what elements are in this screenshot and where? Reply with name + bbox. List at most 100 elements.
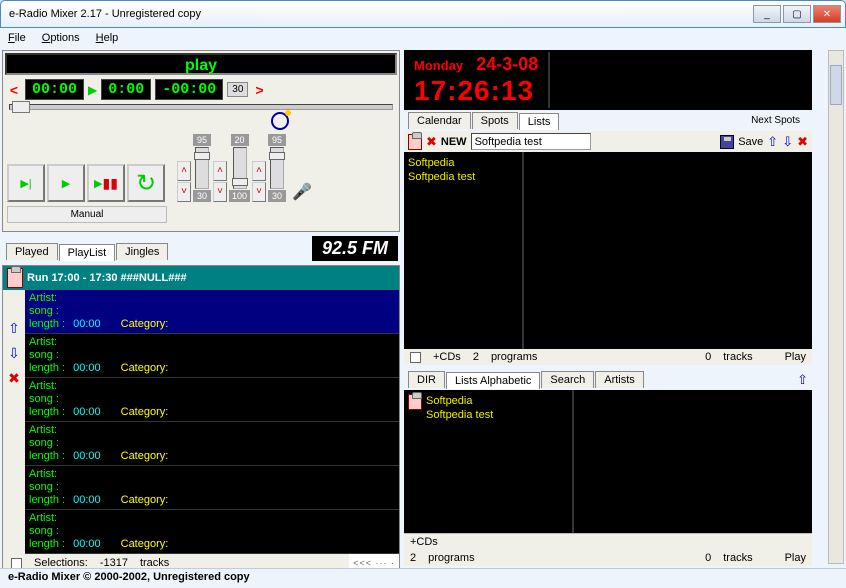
- window-title: e-Radio Mixer 2.17 - Unregistered copy: [5, 8, 751, 20]
- player-panel: play < 00:00 ▶ 0:00 00:00 30 > ▶| ▶ ▶▮▮ …: [2, 50, 400, 232]
- tracks-label-r: tracks: [723, 351, 752, 363]
- play-label[interactable]: Play: [785, 351, 806, 363]
- vol3-top: 95: [268, 134, 286, 146]
- tab-search[interactable]: Search: [541, 371, 594, 388]
- vol3-bot: 30: [268, 190, 286, 202]
- stopwatch-icon[interactable]: [271, 112, 289, 130]
- menu-options[interactable]: Options: [42, 32, 80, 44]
- vol3-slider[interactable]: [270, 147, 284, 189]
- tracks-count-r: 0: [705, 351, 711, 363]
- tab-played[interactable]: Played: [6, 243, 58, 260]
- menu-help[interactable]: Help: [96, 32, 119, 44]
- play-icon: ▶: [88, 83, 97, 97]
- list-item[interactable]: Softpedia: [426, 394, 493, 408]
- clipboard-icon[interactable]: [408, 134, 422, 150]
- playlist-tabs: Played PlayList Jingles: [2, 238, 169, 260]
- close-button[interactable]: ✕: [813, 5, 841, 23]
- lower-programs-count: 2: [410, 552, 416, 564]
- tab-playlist[interactable]: PlayList: [59, 244, 116, 261]
- lower-play-label[interactable]: Play: [785, 552, 806, 564]
- playlist-panel: Run 17:00 - 17:30 ###NULL### ⇧ ⇩ ✖ Artis…: [2, 265, 400, 573]
- mode-label[interactable]: Manual: [7, 206, 167, 223]
- tab-jingles[interactable]: Jingles: [116, 243, 168, 260]
- prev-track-button[interactable]: <: [7, 82, 21, 98]
- time-current: 0:00: [101, 79, 151, 100]
- playlist-row[interactable]: Artist:song :length :00:00Category:: [25, 378, 399, 421]
- list-item[interactable]: Softpedia test: [408, 170, 518, 184]
- vol2-updown[interactable]: ˄˅: [213, 161, 227, 202]
- lower-programs-list[interactable]: SoftpediaSoftpedia test: [404, 390, 574, 533]
- playlist-row[interactable]: Artist:song :length :00:00Category:: [25, 510, 399, 553]
- menubar: File Options Help: [0, 28, 846, 48]
- playlist-row[interactable]: Artist:song :length :00:00Category:: [25, 290, 399, 333]
- new-bar: ✖ NEW Save ⇧ ⇩ ✖: [404, 131, 812, 152]
- list-up-icon[interactable]: ⇧: [767, 134, 778, 150]
- fm-display: 92.5 FM: [312, 236, 398, 261]
- playlist-row[interactable]: Artist:song :length :00:00Category:: [25, 334, 399, 377]
- tab-artists[interactable]: Artists: [595, 371, 644, 388]
- time-elapsed: 00:00: [25, 79, 84, 100]
- next-spots-label[interactable]: Next Spots: [751, 115, 808, 126]
- counter-box[interactable]: 30: [227, 82, 248, 97]
- playlist-row[interactable]: Artist:song :length :00:00Category:: [25, 422, 399, 465]
- vol3-updown[interactable]: ˄˅: [252, 161, 266, 202]
- clock-spare: [548, 52, 810, 108]
- move-up-icon[interactable]: ⇧: [8, 320, 20, 337]
- reload-button[interactable]: ↻: [127, 164, 165, 202]
- lower-tracks-list[interactable]: [574, 390, 812, 533]
- play-button[interactable]: ▶: [47, 164, 85, 202]
- titlebar[interactable]: e-Radio Mixer 2.17 - Unregistered copy _…: [0, 0, 846, 28]
- tab-dir[interactable]: DIR: [408, 371, 445, 388]
- statusbar: e-Radio Mixer © 2000-2002, Unregistered …: [0, 568, 846, 588]
- time-remaining: 00:00: [155, 79, 223, 100]
- cds-label: +CDs: [433, 351, 461, 363]
- list-item[interactable]: Softpedia: [408, 156, 518, 170]
- next-track-button[interactable]: >: [252, 82, 266, 98]
- tab-calendar[interactable]: Calendar: [408, 112, 471, 129]
- selections-checkbox[interactable]: [11, 558, 22, 569]
- list-down-icon[interactable]: ⇩: [782, 134, 793, 150]
- status-text: e-Radio Mixer © 2000-2002, Unregistered …: [8, 571, 250, 583]
- vol1-top: 95: [193, 134, 211, 146]
- lower-programs-label: programs: [428, 552, 474, 564]
- playlist-row[interactable]: Artist:song :length :00:00Category:: [25, 466, 399, 509]
- vertical-scrollbar[interactable]: [828, 50, 844, 564]
- mic-icon[interactable]: 🎤: [292, 182, 312, 202]
- lower-tracks-count: 0: [705, 552, 711, 564]
- vol1-slider[interactable]: [195, 147, 209, 189]
- clock-time: 17:26:13: [414, 75, 538, 107]
- lower-cds-label[interactable]: +CDs: [410, 536, 438, 548]
- play-pause-button[interactable]: ▶▮▮: [87, 164, 125, 202]
- tracks-list[interactable]: [524, 152, 812, 349]
- tab-spots[interactable]: Spots: [472, 112, 518, 129]
- lower-tracks-label: tracks: [723, 552, 752, 564]
- move-down-icon[interactable]: ⇩: [8, 345, 20, 362]
- list-up-icon-2[interactable]: ⇧: [797, 372, 808, 388]
- playlist-header: Run 17:00 - 17:30 ###NULL###: [3, 266, 399, 290]
- list-remove-icon[interactable]: ✖: [797, 134, 808, 150]
- vol2-slider[interactable]: [233, 147, 247, 189]
- save-icon[interactable]: [720, 135, 734, 149]
- programs-label: programs: [491, 351, 537, 363]
- seek-slider[interactable]: [9, 104, 393, 110]
- delete-icon[interactable]: ✖: [8, 370, 20, 387]
- tab-alpha[interactable]: Lists Alphabetic: [446, 372, 540, 389]
- tab-lists[interactable]: Lists: [519, 113, 560, 130]
- next-button[interactable]: ▶|: [7, 164, 45, 202]
- list-item[interactable]: Softpedia test: [426, 408, 493, 422]
- clipboard-icon: [7, 268, 23, 288]
- cds-checkbox[interactable]: [410, 352, 421, 363]
- play-status: play: [5, 53, 397, 75]
- minimize-button[interactable]: _: [753, 5, 781, 23]
- vol2-top: 20: [231, 134, 249, 146]
- menu-file[interactable]: File: [8, 32, 26, 44]
- vol1-bot: 30: [193, 190, 211, 202]
- delete-list-icon[interactable]: ✖: [426, 134, 437, 150]
- vol2-bot: 100: [229, 190, 250, 202]
- programs-list[interactable]: SoftpediaSoftpedia test: [404, 152, 524, 349]
- vol1-updown[interactable]: ˄˅: [177, 161, 191, 202]
- clock-day: Monday: [414, 58, 463, 73]
- list-name-input[interactable]: [471, 133, 591, 150]
- maximize-button[interactable]: ▢: [783, 5, 811, 23]
- playlist-header-text: Run 17:00 - 17:30 ###NULL###: [27, 272, 187, 284]
